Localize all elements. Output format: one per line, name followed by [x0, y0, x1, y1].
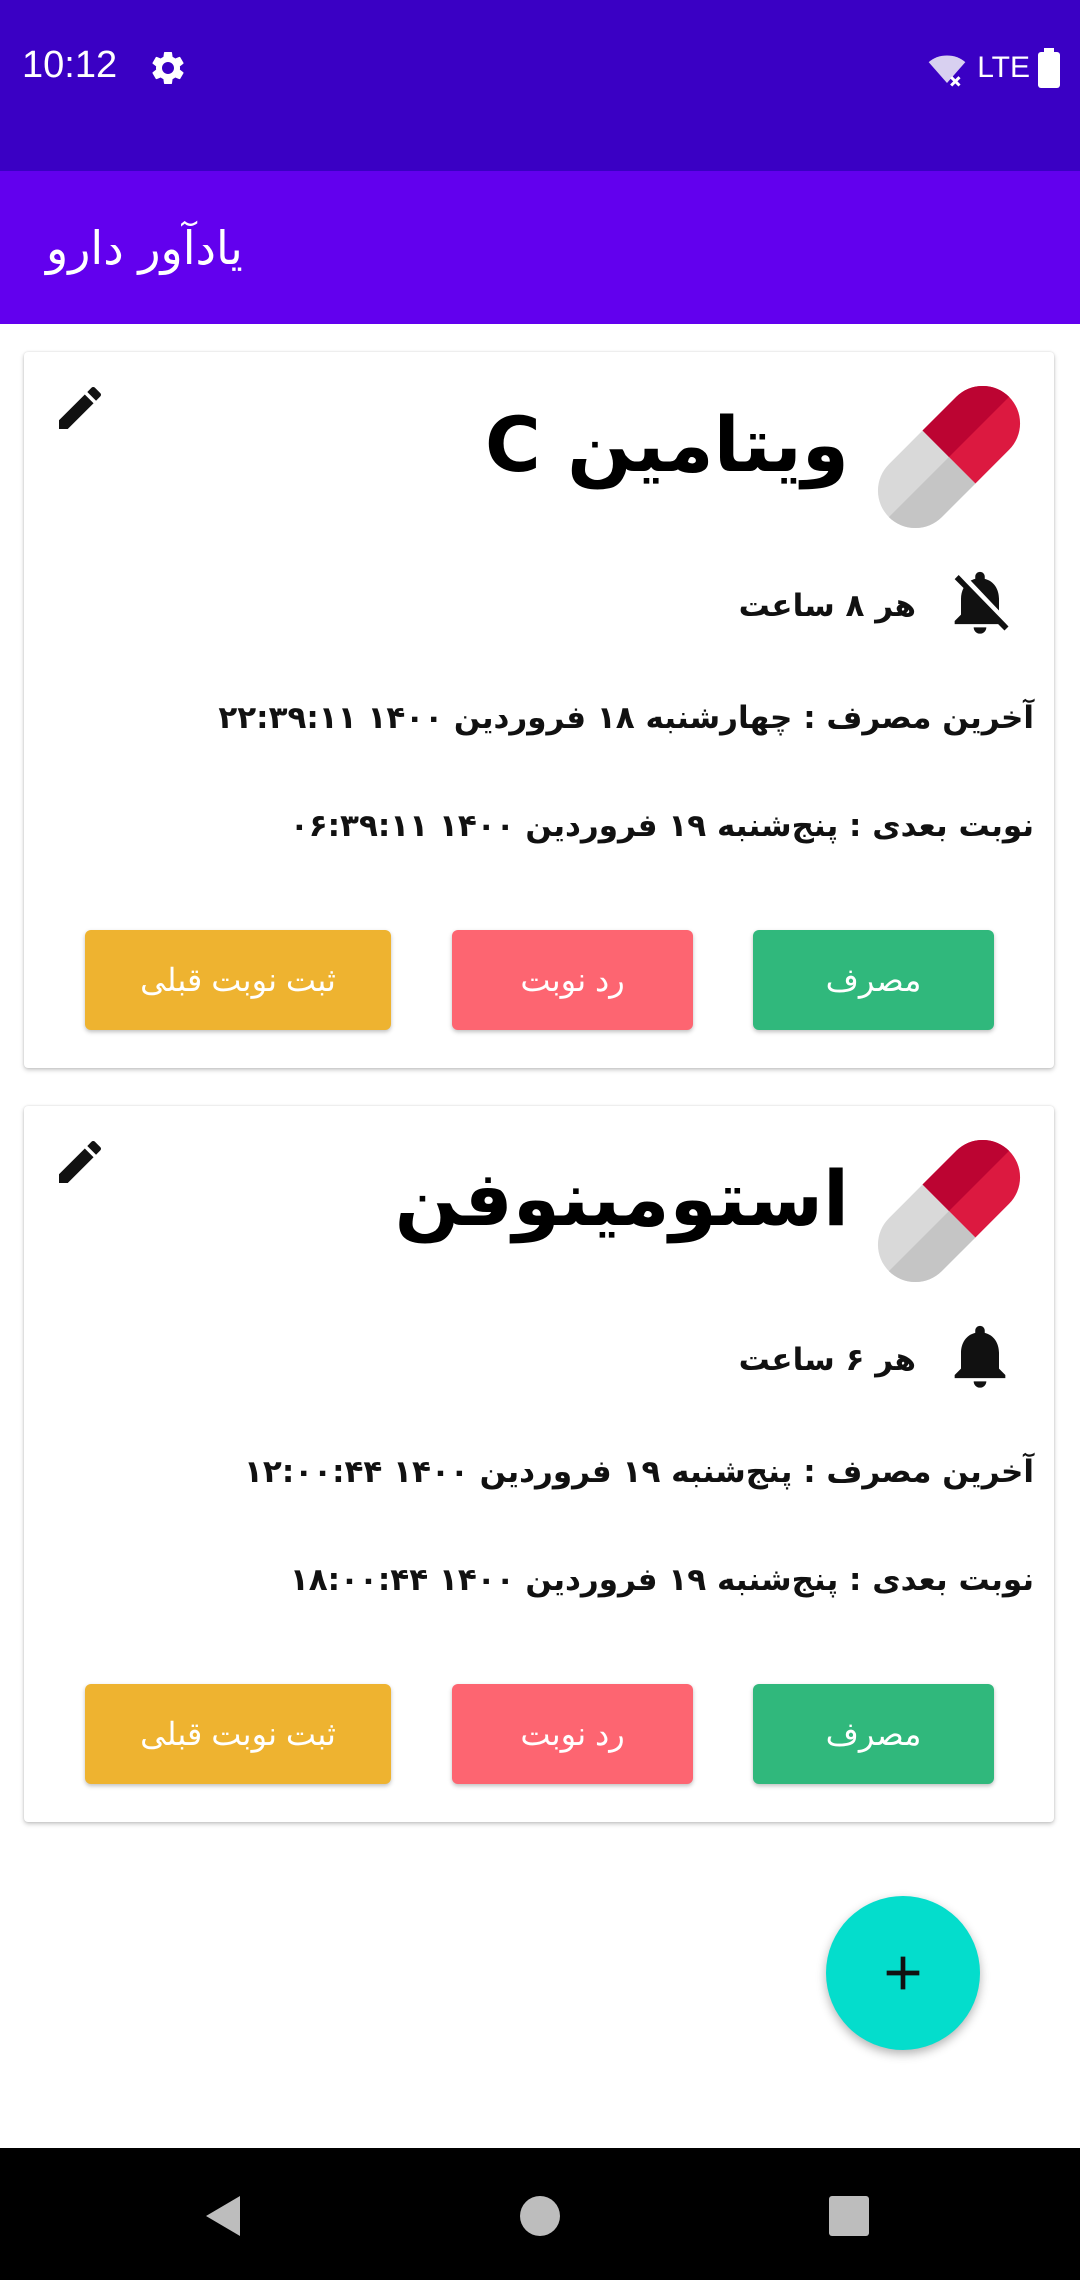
back-icon[interactable] — [200, 2192, 244, 2240]
bell-off-icon[interactable] — [942, 562, 1018, 642]
medicine-name: استومینوفن — [394, 1154, 849, 1243]
wifi-off-icon — [928, 55, 966, 87]
gear-icon — [152, 51, 184, 84]
medicine-card: ویتامین C هر ۸ ساعت آخرین مصرف : چهارشنب… — [24, 352, 1054, 1068]
dose-interval: هر ۶ ساعت — [738, 1342, 916, 1378]
bell-icon[interactable] — [942, 1316, 1018, 1396]
app-title: یادآور دارو — [46, 221, 243, 275]
app-bar: یادآور دارو — [0, 171, 1080, 324]
reject-dose-button[interactable]: رد نوبت — [452, 930, 693, 1030]
pill-icon — [877, 385, 1021, 529]
recents-icon[interactable] — [829, 2196, 869, 2236]
reject-dose-button[interactable]: رد نوبت — [452, 1684, 693, 1784]
status-bar: 10:12 LTE — [0, 0, 1080, 171]
pill-icon — [877, 1139, 1021, 1283]
add-medicine-fab[interactable] — [826, 1896, 980, 2050]
edit-icon[interactable] — [52, 1134, 108, 1190]
dose-interval: هر ۸ ساعت — [738, 588, 916, 624]
plus-icon — [886, 1956, 920, 1990]
home-icon[interactable] — [520, 2196, 560, 2236]
next-dose: نوبت بعدی : پنج‌شنبه ۱۹ فروردین ۱۴۰۰ ۱۸:… — [289, 1562, 1034, 1598]
edit-icon[interactable] — [52, 380, 108, 436]
medicine-name: ویتامین C — [484, 400, 849, 489]
status-indicators: LTE — [925, 48, 1060, 88]
system-nav-bar — [0, 2148, 1080, 2280]
record-previous-dose-button[interactable]: ثبت نوبت قبلی — [85, 1684, 391, 1784]
medicine-card: استومینوفن هر ۶ ساعت آخرین مصرف : پنج‌شن… — [24, 1106, 1054, 1822]
status-time: 10:12 — [22, 44, 118, 86]
last-dose: آخرین مصرف : پنج‌شنبه ۱۹ فروردین ۱۴۰۰ ۱۲… — [243, 1454, 1034, 1490]
consume-button[interactable]: مصرف — [753, 1684, 994, 1784]
record-previous-dose-button[interactable]: ثبت نوبت قبلی — [85, 930, 391, 1030]
last-dose: آخرین مصرف : چهارشنبه ۱۸ فروردین ۱۴۰۰ ۲۲… — [218, 700, 1034, 736]
network-type: LTE — [977, 51, 1030, 84]
consume-button[interactable]: مصرف — [753, 930, 994, 1030]
battery-icon — [1038, 48, 1060, 88]
next-dose: نوبت بعدی : پنج‌شنبه ۱۹ فروردین ۱۴۰۰ ۰۶:… — [289, 808, 1034, 844]
